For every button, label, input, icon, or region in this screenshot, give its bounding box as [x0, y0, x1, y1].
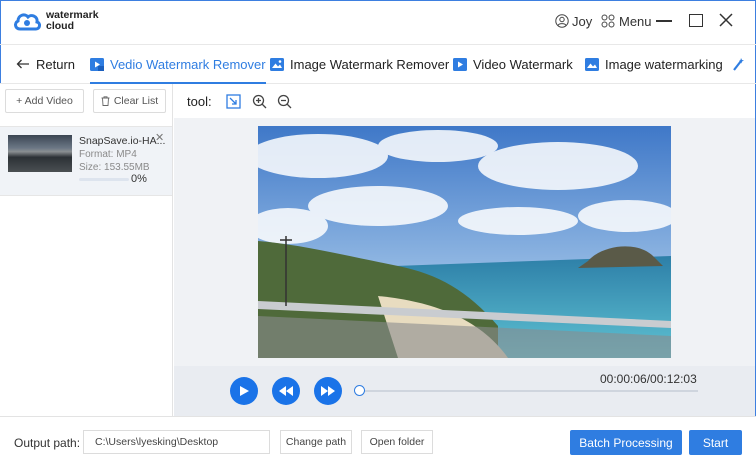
user-name[interactable]: Joy — [572, 14, 592, 29]
menu-button[interactable]: Menu — [619, 14, 652, 29]
fast-forward-button[interactable] — [314, 377, 342, 405]
tab-label: Vedio Watermark Remover — [110, 56, 266, 72]
file-progress-bar — [79, 178, 129, 181]
file-name: SnapSave.io-HA... — [79, 135, 166, 147]
play-button[interactable] — [230, 377, 258, 405]
add-video-button[interactable]: + Add Video — [5, 89, 84, 113]
tab-video-watermark[interactable]: Video Watermark — [453, 45, 573, 83]
play-icon — [240, 386, 249, 396]
timeline-track[interactable] — [360, 390, 698, 392]
tab-image-watermarking[interactable]: Image watermarking — [585, 45, 723, 83]
rewind-icon — [279, 386, 293, 396]
user-icon[interactable] — [555, 14, 569, 28]
fast-forward-icon — [321, 386, 335, 396]
zoom-in-icon[interactable] — [252, 94, 267, 109]
editor-area: tool: 00:00:06/00:12:03 — [174, 84, 755, 416]
file-size: Size: 153.55MB — [79, 162, 150, 173]
brand-line-2: cloud — [46, 20, 74, 32]
menu-grid-icon[interactable] — [601, 14, 615, 28]
file-format: Format: MP4 — [79, 149, 137, 160]
image-watermarking-icon — [585, 57, 599, 71]
close-icon[interactable] — [718, 12, 734, 28]
video-watermark-icon — [453, 57, 467, 71]
trash-icon — [101, 96, 110, 106]
bottom-bar: Output path: C:\Users\lyesking\Desktop C… — [0, 416, 756, 466]
brand-name: watermark cloud — [46, 10, 99, 32]
tool-label: tool: — [187, 94, 212, 109]
return-label: Return — [36, 56, 76, 72]
tab-label: Video Watermark — [473, 56, 573, 72]
remove-file-icon[interactable]: ✕ — [155, 131, 164, 144]
output-path-label: Output path: — [14, 436, 81, 450]
video-preview[interactable] — [258, 126, 671, 358]
tab-bar: Return Vedio Watermark Remover Image Wat… — [0, 44, 756, 84]
rewind-button[interactable] — [272, 377, 300, 405]
list-item[interactable]: SnapSave.io-HA... ✕ Format: MP4 Size: 15… — [0, 126, 172, 196]
tab-image-watermark-remover[interactable]: Image Watermark Remover — [270, 45, 449, 83]
batch-processing-button[interactable]: Batch Processing — [570, 430, 682, 455]
image-remover-icon — [270, 57, 284, 71]
start-button[interactable]: Start — [689, 430, 742, 455]
timecode: 00:00:06/00:12:03 — [600, 372, 697, 386]
clear-list-button[interactable]: Clear List — [93, 89, 166, 113]
player-controls: 00:00:06/00:12:03 — [174, 366, 755, 416]
clear-list-label: Clear List — [113, 95, 159, 107]
file-progress-text: 0% — [131, 173, 147, 185]
tab-video-watermark-remover[interactable]: Vedio Watermark Remover — [90, 45, 266, 84]
video-thumbnail — [8, 135, 72, 172]
output-path-field[interactable]: C:\Users\lyesking\Desktop — [83, 430, 270, 454]
tab-label: Image watermarking — [605, 56, 723, 72]
cloud-logo-icon — [14, 13, 41, 31]
zoom-out-icon[interactable] — [277, 94, 292, 109]
video-remover-icon — [90, 57, 104, 71]
timeline-scrubber[interactable] — [354, 385, 365, 396]
tool-bar: tool: — [174, 84, 755, 118]
minimize-icon[interactable] — [656, 20, 672, 22]
magic-wand-icon[interactable] — [732, 57, 744, 71]
tab-label: Image Watermark Remover — [290, 56, 450, 72]
return-button[interactable]: Return — [16, 45, 75, 83]
open-folder-button[interactable]: Open folder — [361, 430, 433, 454]
select-region-icon[interactable] — [226, 94, 241, 109]
video-list-panel: + Add Video Clear List SnapSave.io-HA...… — [0, 84, 173, 416]
change-path-button[interactable]: Change path — [280, 430, 352, 454]
title-bar: watermark cloud Joy Menu — [0, 0, 756, 44]
maximize-icon[interactable] — [689, 14, 703, 27]
arrow-left-icon — [16, 59, 29, 69]
